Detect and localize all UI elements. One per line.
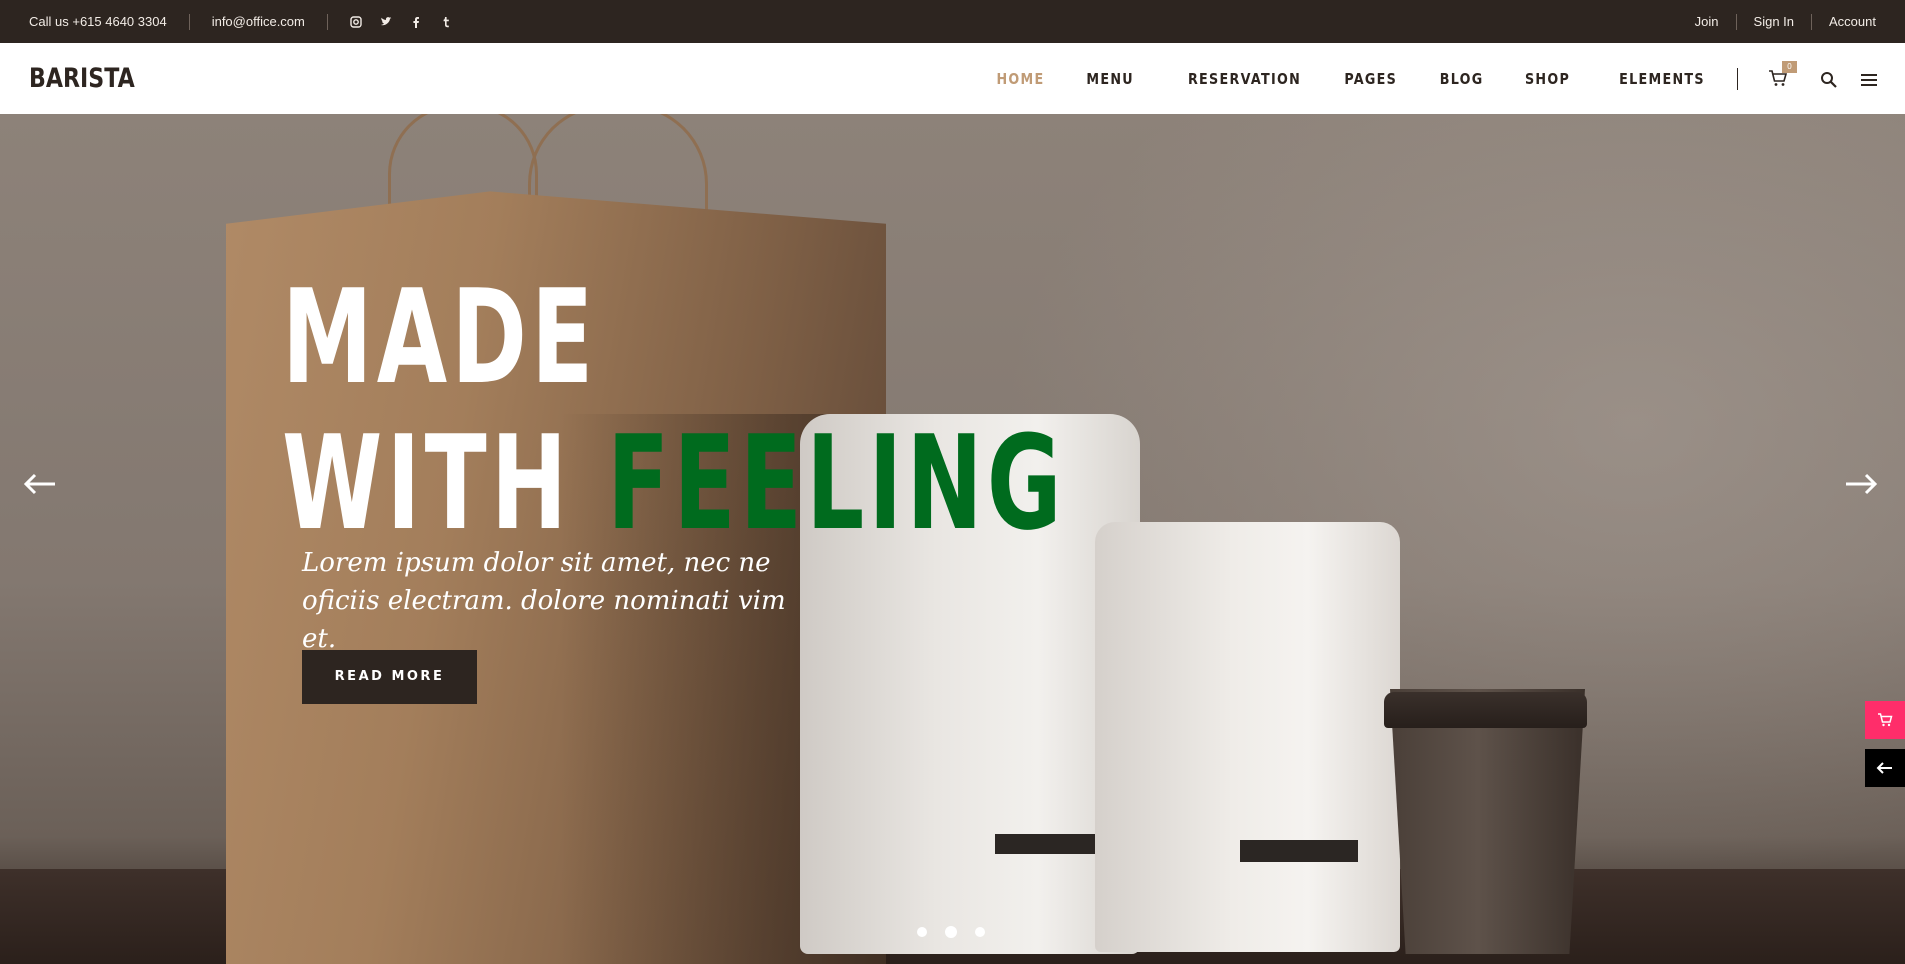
slider-dot-2[interactable] [945, 926, 957, 938]
nav-home[interactable]: HOME [996, 70, 1044, 88]
slider-pagination [917, 926, 985, 938]
pouch-label [1240, 840, 1358, 862]
cart-count-badge: 0 [1782, 61, 1797, 73]
account-link[interactable]: Account [1829, 14, 1876, 29]
slider-next-arrow-icon[interactable] [1843, 470, 1879, 498]
nav-elements[interactable]: ELEMENTS [1619, 70, 1705, 88]
coffee-pouch-small-image [1095, 522, 1400, 952]
tumblr-icon[interactable] [440, 16, 452, 28]
hero-headline: MADE WITH FEELING [282, 264, 1066, 556]
coffee-cup-image [1390, 689, 1585, 954]
divider [1811, 13, 1813, 30]
headline-line-1: MADE [282, 261, 598, 413]
slider-prev-arrow-icon[interactable] [22, 470, 58, 498]
slider-dot-3[interactable] [975, 927, 985, 937]
instagram-icon[interactable] [350, 15, 362, 28]
headline-line-2-green: FEELING [607, 407, 1066, 559]
search-icon[interactable] [1820, 71, 1838, 89]
headline-line-2-white: WITH [282, 407, 572, 559]
sign-in-link[interactable]: Sign In [1754, 14, 1794, 29]
facebook-icon[interactable] [410, 16, 422, 28]
side-back-button[interactable] [1865, 749, 1905, 787]
cup-lid [1384, 692, 1587, 728]
hamburger-menu-icon[interactable] [1861, 73, 1877, 87]
cart-button[interactable]: 0 [1768, 61, 1797, 89]
nav-pages[interactable]: PAGES [1345, 70, 1398, 88]
hero-subtitle: Lorem ipsum dolor sit amet, nec ne ofici… [302, 548, 786, 654]
divider [188, 13, 190, 30]
nav-menu[interactable]: MENU [1087, 70, 1135, 88]
side-cart-button[interactable] [1865, 701, 1905, 739]
nav-blog[interactable]: BLOG [1439, 70, 1483, 88]
read-more-button[interactable]: READ MORE [302, 650, 477, 704]
twitter-icon[interactable] [380, 16, 392, 28]
nav-reservation[interactable]: RESERVATION [1188, 70, 1301, 88]
main-header: BARISTA HOME MENU RESERVATION PAGES BLOG… [0, 43, 1905, 114]
top-bar: Call us +615 4640 3304 info@office.com J… [0, 0, 1905, 43]
divider [326, 13, 328, 30]
hero-slider: MADE WITH FEELING Lorem ipsum dolor sit … [0, 114, 1905, 964]
social-links [350, 15, 452, 28]
divider [1737, 68, 1738, 90]
main-nav: HOME MENU RESERVATION PAGES BLOG SHOP EL… [954, 43, 1705, 114]
phone-text: Call us +615 4640 3304 [29, 14, 167, 29]
email-link[interactable]: info@office.com [212, 14, 305, 29]
divider [1735, 13, 1737, 30]
arrow-left-icon [1876, 762, 1892, 774]
nav-shop[interactable]: SHOP [1525, 70, 1570, 88]
site-logo[interactable]: BARISTA [29, 63, 135, 94]
join-link[interactable]: Join [1695, 14, 1719, 29]
slider-dot-1[interactable] [917, 927, 927, 937]
cart-icon [1878, 713, 1893, 727]
